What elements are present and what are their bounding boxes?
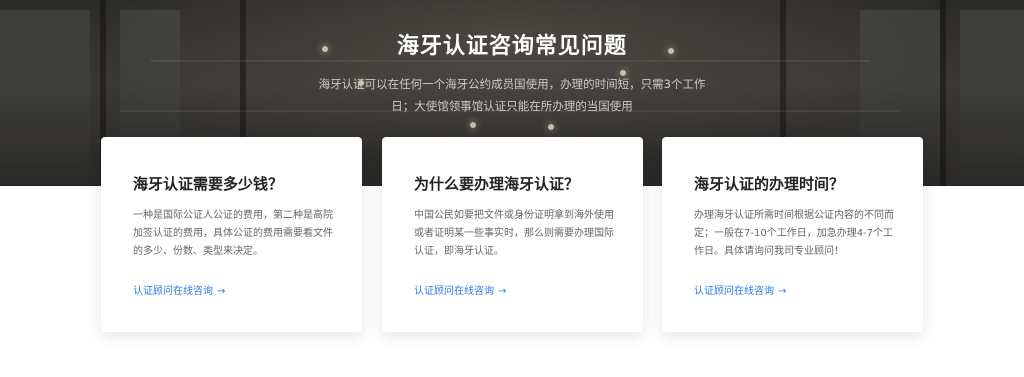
consult-link-label: 认证顾问在线咨询 — [133, 286, 213, 297]
faq-card-cost: 海牙认证需要多少钱？ 一种是国际公证人公证的费用，第二种是高院加签认证的费用，具… — [101, 137, 362, 332]
card-title: 为什么要办理海牙认证？ — [414, 175, 580, 193]
hero-description-line: 海牙认证可以在任何一个海牙公约成员国使用，办理的时间短，只需3个工作 — [318, 77, 706, 91]
consult-link[interactable]: 认证顾问在线咨询 → — [414, 282, 506, 297]
hero-description-line: 日；大使馆领事馆认证只能在所办理的当国使用 — [391, 99, 633, 113]
consult-link[interactable]: 认证顾问在线咨询 → — [133, 282, 225, 297]
page-title: 海牙认证咨询常见问题 — [396, 34, 627, 59]
card-title: 海牙认证的办理时间？ — [694, 175, 845, 193]
arrow-right-icon: → — [778, 286, 787, 297]
faq-card-duration: 海牙认证的办理时间？ 办理海牙认证所需时间根据公证内容的不同而定；一般在7-10… — [662, 137, 923, 332]
ceiling-light — [548, 124, 554, 130]
consult-link[interactable]: 认证顾问在线咨询 → — [694, 282, 786, 297]
card-title: 海牙认证需要多少钱？ — [133, 175, 284, 193]
consult-link-label: 认证顾问在线咨询 — [694, 286, 774, 297]
arrow-right-icon: → — [217, 286, 226, 297]
card-text: 一种是国际公证人公证的费用，第二种是高院加签认证的费用，具体公证的费用需要看文件… — [133, 210, 333, 257]
ceiling-light — [470, 122, 476, 128]
faq-card-reason: 为什么要办理海牙认证？ 中国公民如要把文件或身份证明拿到海外使用或者证明某一些事… — [382, 137, 643, 332]
card-text: 办理海牙认证所需时间根据公证内容的不同而定；一般在7-10个工作日，加急办理4-… — [694, 210, 894, 257]
card-text: 中国公民如要把文件或身份证明拿到海外使用或者证明某一些事实时，那么则需要办理国际… — [414, 210, 614, 257]
background-beam — [150, 60, 870, 62]
arrow-right-icon: → — [498, 286, 507, 297]
consult-link-label: 认证顾问在线咨询 — [414, 286, 494, 297]
hero-description: 海牙认证可以在任何一个海牙公约成员国使用，办理的时间短，只需3个工作 日；大使馆… — [312, 73, 712, 117]
